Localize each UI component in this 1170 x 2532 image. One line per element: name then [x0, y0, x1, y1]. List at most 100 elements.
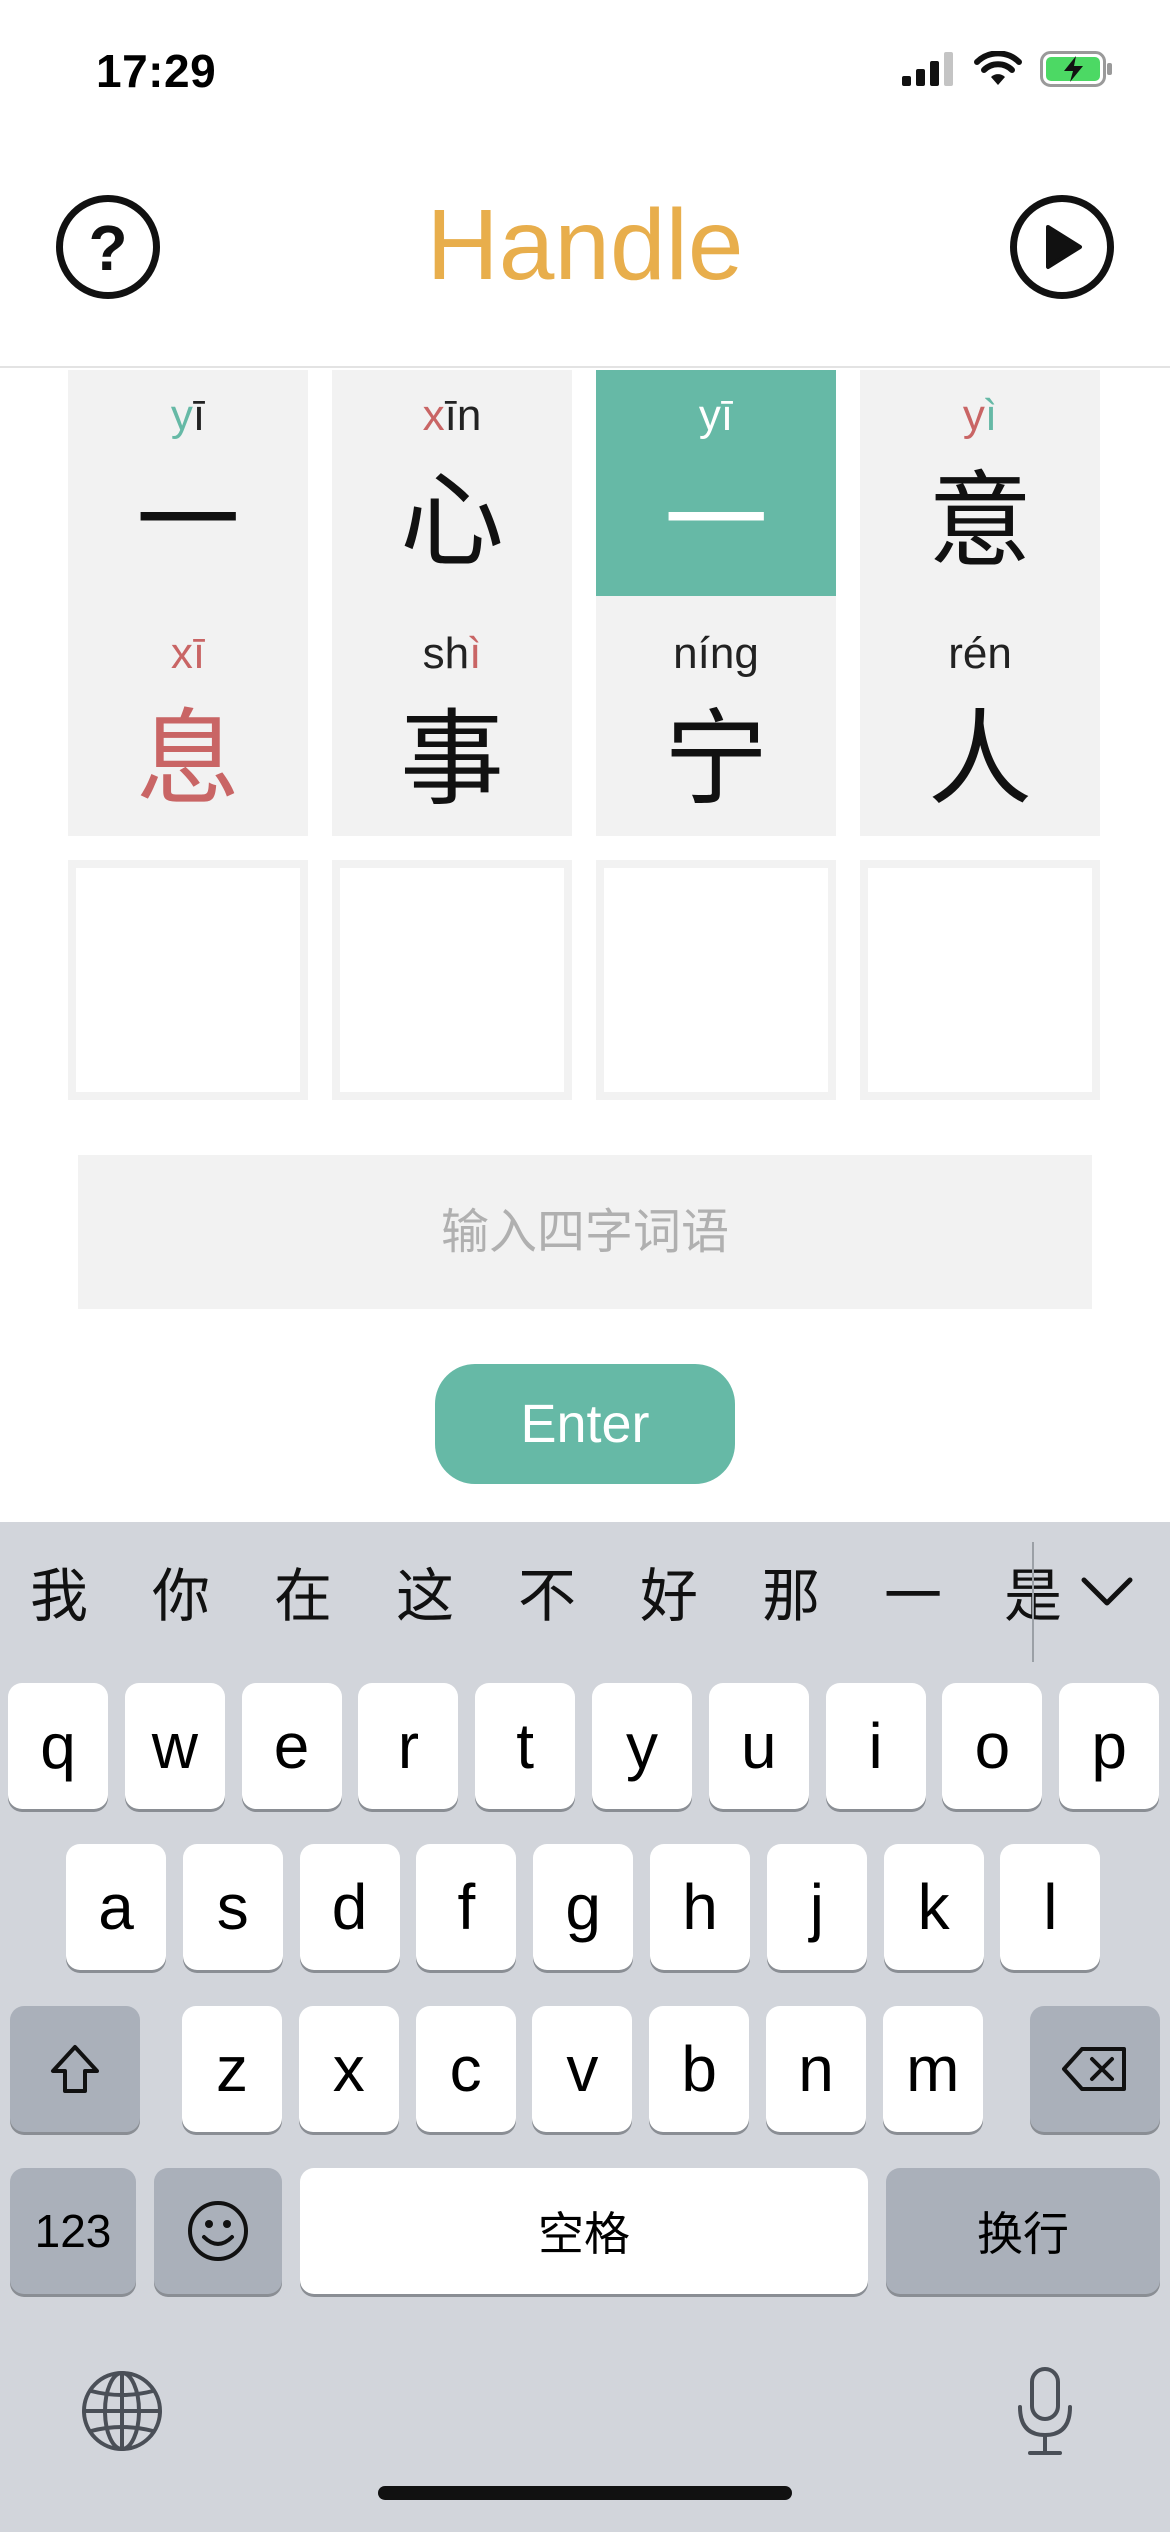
pinyin-part: y: [962, 391, 985, 440]
empty-tile: [596, 860, 836, 1100]
app-header: ? Handle: [0, 160, 1170, 368]
tile-pinyin: rén: [948, 632, 1012, 682]
key-o[interactable]: o: [942, 1683, 1043, 1809]
key-f[interactable]: f: [416, 1844, 517, 1970]
space-key[interactable]: 空格: [300, 2168, 868, 2294]
pinyin-part: yī: [698, 391, 734, 440]
guess-board: yī 一 xīn 心 yī 一 yì 意 xī 息 shì 事 níng 宁 rén 人: [0, 370, 1170, 1100]
tile-character: 一: [663, 460, 768, 582]
key-v[interactable]: v: [532, 2006, 633, 2132]
key-u[interactable]: u: [708, 1683, 809, 1809]
candidate-bar: 我你在这不好那一是: [0, 1522, 1170, 1682]
key-a[interactable]: a: [66, 1844, 166, 1970]
candidate-item[interactable]: 你: [152, 1562, 210, 1632]
play-icon: [1046, 225, 1082, 269]
key-b[interactable]: b: [649, 2006, 750, 2132]
key-h[interactable]: h: [650, 1844, 750, 1970]
key-q[interactable]: q: [8, 1683, 108, 1809]
battery-charging-icon: [1040, 51, 1112, 87]
pinyin-part: ì: [984, 391, 998, 440]
candidate-item[interactable]: 不: [518, 1562, 576, 1632]
tile-character: 宁: [663, 698, 768, 820]
guess-tile: rén 人: [860, 596, 1100, 836]
pinyin-part: īn: [444, 391, 482, 440]
cellular-signal-icon: [902, 52, 953, 86]
pinyin-part: ì: [469, 629, 482, 678]
tile-character: 一: [135, 460, 240, 582]
candidate-divider: [1032, 1542, 1034, 1662]
pinyin-part: xī: [170, 629, 206, 678]
pinyin-part: níng: [673, 629, 759, 678]
globe-icon[interactable]: [80, 2369, 164, 2453]
tile-pinyin: yī: [699, 394, 733, 444]
emoji-key[interactable]: [154, 2168, 282, 2294]
guess-row: [68, 860, 1102, 1100]
key-d[interactable]: d: [299, 1844, 400, 1970]
backspace-icon: [1062, 2047, 1126, 2091]
tile-pinyin: xīn: [423, 394, 482, 444]
tile-pinyin: yī: [171, 394, 205, 444]
guess-row: yī 一 xīn 心 yī 一 yì 意: [68, 370, 1102, 598]
word-input[interactable]: [78, 1155, 1092, 1309]
pinyin-part: x: [422, 391, 445, 440]
key-z[interactable]: z: [182, 2006, 282, 2132]
pinyin-part: y: [170, 391, 193, 440]
empty-tile: [332, 860, 572, 1100]
key-x[interactable]: x: [298, 2006, 399, 2132]
key-r[interactable]: r: [358, 1683, 459, 1809]
pinyin-part: sh: [422, 629, 470, 678]
tile-character: 心: [399, 460, 504, 582]
key-n[interactable]: n: [766, 2006, 866, 2132]
return-key[interactable]: 换行: [886, 2168, 1160, 2294]
app-title: Handle: [426, 189, 744, 301]
shift-icon: [51, 2045, 99, 2093]
candidate-item[interactable]: 好: [640, 1562, 698, 1632]
shift-key[interactable]: [10, 2006, 140, 2132]
wifi-icon: [974, 51, 1022, 85]
microphone-icon[interactable]: [1010, 2365, 1080, 2459]
candidate-item[interactable]: 在: [274, 1562, 332, 1632]
tile-pinyin: shì: [423, 632, 482, 682]
enter-button[interactable]: Enter: [435, 1364, 735, 1484]
key-c[interactable]: c: [415, 2006, 516, 2132]
tile-character: 事: [399, 698, 504, 820]
tile-character: 人: [927, 698, 1032, 820]
candidate-item[interactable]: 这: [396, 1562, 454, 1632]
key-j[interactable]: j: [766, 1844, 867, 1970]
key-m[interactable]: m: [882, 2006, 983, 2132]
key-k[interactable]: k: [883, 1844, 984, 1970]
tile-character: 意: [927, 460, 1032, 582]
numbers-key[interactable]: 123: [10, 2168, 136, 2294]
status-icons: [902, 50, 1114, 88]
candidate-item[interactable]: 那: [762, 1562, 820, 1632]
play-button[interactable]: [1010, 195, 1114, 299]
emoji-icon: [188, 2201, 248, 2261]
guess-tile: yì 意: [860, 370, 1100, 598]
guess-tile: xīn 心: [332, 370, 572, 598]
key-e[interactable]: e: [241, 1683, 342, 1809]
guess-tile: níng 宁: [596, 596, 836, 836]
key-t[interactable]: t: [475, 1683, 576, 1809]
key-y[interactable]: y: [592, 1683, 692, 1809]
key-g[interactable]: g: [533, 1844, 634, 1970]
key-i[interactable]: i: [825, 1683, 926, 1809]
backspace-key[interactable]: [1030, 2006, 1160, 2132]
chevron-down-icon[interactable]: [1072, 1558, 1142, 1628]
key-l[interactable]: l: [1000, 1844, 1101, 1970]
pinyin-part: ī: [192, 391, 206, 440]
key-p[interactable]: p: [1059, 1683, 1160, 1809]
empty-tile: [860, 860, 1100, 1100]
key-s[interactable]: s: [182, 1844, 283, 1970]
tile-pinyin: níng: [673, 632, 759, 682]
guess-tile: yī 一: [596, 370, 836, 598]
keyboard: 我你在这不好那一是 qwertyuiop asdfghjkl zxcvbnm 123…: [0, 1522, 1170, 2532]
home-indicator: [378, 2486, 792, 2500]
empty-tile: [68, 860, 308, 1100]
tile-character: 息: [135, 698, 240, 820]
candidate-item[interactable]: 我: [30, 1562, 88, 1632]
guess-tile: xī 息: [68, 596, 308, 836]
candidate-item[interactable]: 一: [884, 1562, 942, 1632]
status-bar: 17:29: [0, 0, 1170, 140]
guess-row: xī 息 shì 事 níng 宁 rén 人: [68, 596, 1102, 836]
key-w[interactable]: w: [124, 1683, 225, 1809]
